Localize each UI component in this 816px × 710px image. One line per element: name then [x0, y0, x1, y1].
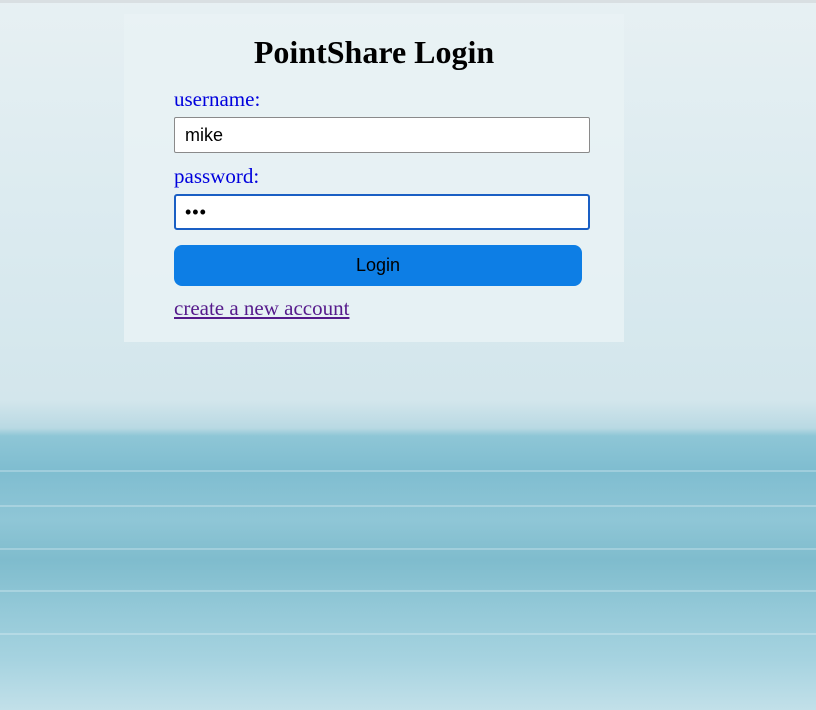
wave-line: [0, 505, 816, 507]
login-button[interactable]: Login: [174, 245, 582, 286]
wave-line: [0, 633, 816, 635]
username-label: username:: [174, 87, 261, 111]
password-input[interactable]: •••: [174, 194, 590, 230]
wave-line: [0, 590, 816, 592]
login-panel: PointShare Login username: mike password…: [124, 14, 624, 342]
create-account-link[interactable]: create a new account: [174, 296, 349, 320]
top-border: [0, 0, 816, 3]
page-title: PointShare Login: [253, 34, 495, 70]
wave-line: [0, 470, 816, 472]
password-label: password:: [174, 164, 260, 188]
wave-line: [0, 548, 816, 550]
username-input[interactable]: mike: [174, 117, 590, 153]
